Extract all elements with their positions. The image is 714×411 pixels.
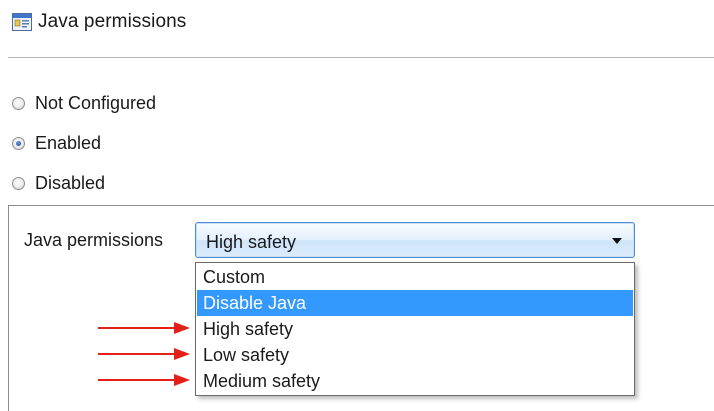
page-title: Java permissions xyxy=(38,11,187,32)
radio-enabled[interactable]: Enabled xyxy=(12,132,101,154)
red-arrow-icon xyxy=(98,374,190,386)
radio-enabled-label: Enabled xyxy=(35,132,102,153)
dropdown-option-custom[interactable]: Custom xyxy=(197,264,633,290)
java-permissions-select[interactable]: High safety xyxy=(195,222,635,258)
chevron-down-icon[interactable] xyxy=(612,238,622,244)
java-permissions-field-label: Java permissions xyxy=(24,230,164,250)
dropdown-option-medium-safety[interactable]: Medium safety xyxy=(197,368,633,394)
header-divider xyxy=(8,57,714,58)
radio-disabled-label: Disabled xyxy=(35,172,106,193)
radio-not-configured-label: Not Configured xyxy=(35,92,157,113)
red-arrow-icon xyxy=(98,322,190,334)
radio-not-configured[interactable]: Not Configured xyxy=(12,92,156,114)
dropdown-option-high-safety[interactable]: High safety xyxy=(197,316,633,342)
java-permissions-dropdown-list: Custom Disable Java High safety Low safe… xyxy=(195,262,635,396)
radio-button-selected-icon[interactable] xyxy=(12,136,25,150)
red-arrow-icon xyxy=(98,348,190,360)
header: Java permissions xyxy=(12,8,186,36)
dropdown-option-low-safety[interactable]: Low safety xyxy=(197,342,633,368)
radio-button-icon[interactable] xyxy=(12,96,25,110)
policy-setting-page: Java permissions Not Configured Enabled … xyxy=(0,0,714,411)
radio-disabled[interactable]: Disabled xyxy=(12,172,105,194)
select-current-value: High safety xyxy=(206,232,297,252)
radio-button-icon[interactable] xyxy=(12,176,25,190)
dropdown-option-disable-java[interactable]: Disable Java xyxy=(197,290,633,316)
policy-setting-icon xyxy=(12,13,32,31)
